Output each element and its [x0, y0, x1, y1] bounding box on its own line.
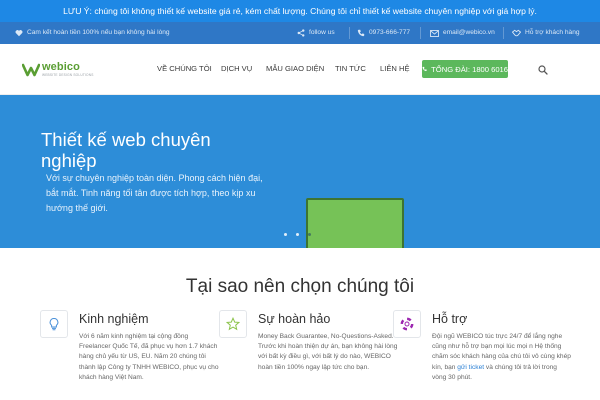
email-link[interactable]: email@webico.vn: [430, 22, 495, 44]
nav-item-contact[interactable]: LIÊN HỆ: [380, 44, 410, 94]
handshake-icon: [512, 29, 521, 37]
slider-dot[interactable]: [296, 233, 299, 236]
feature-support: Hỗ trợ Đội ngũ WEBICO túc trực 24/7 để l…: [393, 310, 573, 400]
phone-icon: [422, 66, 427, 72]
share-icon: [297, 29, 305, 37]
nav-item-about[interactable]: VỀ CHÚNG TÔI: [157, 44, 212, 94]
feature-text: Money Back Guarantee, No-Questions-Asked…: [258, 333, 398, 371]
nav-item-templates[interactable]: MẪU GIAO DIỆN: [266, 44, 324, 94]
notice-bar: LƯU Ý: chúng tôi không thiết kế website …: [0, 0, 600, 22]
nav-item-news[interactable]: TIN TỨC: [335, 44, 366, 94]
feature-text: Đội ngũ WEBICO túc trực 24/7 để lắng ngh…: [432, 332, 572, 383]
email-address: email@webico.vn: [443, 29, 495, 36]
envelope-icon: [430, 29, 439, 37]
nav-item-services[interactable]: DỊCH VỤ: [221, 44, 252, 94]
slider-dot[interactable]: [308, 233, 311, 236]
star-icon: [226, 317, 240, 331]
phone-link[interactable]: 0973-666-777: [357, 22, 410, 44]
hero-subtitle: Với sự chuyên nghiệp toàn diện. Phong cá…: [46, 173, 263, 213]
heart-icon: [15, 30, 23, 37]
guarantee-text: Cam kết hoàn tiền 100% nếu bạn không hài…: [27, 29, 170, 36]
follow-us-link[interactable]: follow us: [297, 22, 335, 44]
feature-icon-box: [219, 310, 247, 338]
lightbulb-icon: [49, 317, 59, 331]
logo-mark-icon: [22, 63, 40, 77]
logo-wordmark: webico WEBSITE DESIGN SOLUTIONS: [42, 62, 94, 77]
hero-title: Thiết kế web chuyên nghiệp: [41, 129, 211, 171]
support-link[interactable]: Hỗ trợ khách hàng: [512, 22, 580, 44]
brand-logo[interactable]: webico WEBSITE DESIGN SOLUTIONS: [22, 60, 94, 80]
follow-us-label: follow us: [309, 29, 335, 36]
section-title: Tại sao nên chọn chúng tôi: [185, 276, 415, 297]
phone-icon: [357, 29, 365, 37]
search-icon: [538, 65, 548, 75]
notice-text: LƯU Ý: chúng tôi không thiết kế website …: [63, 6, 537, 16]
divider: [420, 27, 421, 39]
phone-number: 0973-666-777: [369, 29, 411, 36]
lifebuoy-icon: [400, 317, 414, 331]
guarantee-note: Cam kết hoàn tiền 100% nếu bạn không hài…: [15, 22, 170, 44]
feature-text: Với 6 năm kinh nghiệm tại cộng đồng Free…: [79, 333, 219, 381]
feature-icon-box: [393, 310, 421, 338]
divider: [503, 27, 504, 39]
feature-title: Kinh nghiệm: [79, 312, 149, 326]
feature-title: Hỗ trợ: [432, 312, 468, 326]
hotline-button[interactable]: TỔNG ĐÀI: 1800 6016: [422, 60, 508, 78]
ticket-link[interactable]: gửi ticket: [457, 364, 484, 371]
logo-name: webico: [42, 61, 80, 74]
feature-experience: Kinh nghiệm Với 6 năm kinh nghiệm tại cộ…: [40, 310, 220, 400]
hotline-label: TỔNG ĐÀI: 1800 6016: [431, 64, 508, 74]
divider: [349, 27, 350, 39]
search-button[interactable]: [537, 63, 549, 75]
slider-dot[interactable]: [284, 233, 287, 236]
logo-tagline: WEBSITE DESIGN SOLUTIONS: [42, 73, 94, 78]
site-header: webico WEBSITE DESIGN SOLUTIONS VỀ CHÚNG…: [0, 44, 600, 95]
feature-title: Sự hoàn hảo: [258, 312, 331, 326]
support-label: Hỗ trợ khách hàng: [525, 29, 580, 36]
feature-icon-box: [40, 310, 68, 338]
laptop-illustration: [306, 198, 404, 248]
slider-pagination: [284, 233, 311, 236]
feature-perfection: Sự hoàn hảo Money Back Guarantee, No-Que…: [219, 310, 399, 400]
top-info-bar: Cam kết hoàn tiền 100% nếu bạn không hài…: [0, 22, 600, 44]
hero-slider: Thiết kế web chuyên nghiệp Với sự chuyên…: [0, 95, 600, 248]
